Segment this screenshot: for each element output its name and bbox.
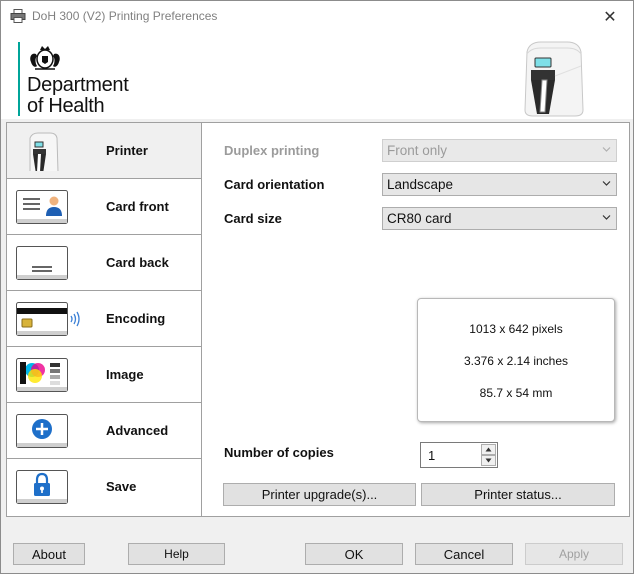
royal-crest-logo bbox=[30, 46, 60, 70]
nav-label-save: Save bbox=[106, 479, 137, 494]
chevron-down-icon bbox=[602, 215, 611, 220]
department-name: Department of Health bbox=[27, 75, 129, 117]
nav-item-image[interactable]: Image bbox=[7, 347, 201, 403]
window-title: DoH 300 (V2) Printing Preferences bbox=[32, 9, 218, 23]
duplex-printing-select: Front only bbox=[382, 139, 617, 162]
image-icon bbox=[16, 358, 68, 392]
title-bar: DoH 300 (V2) Printing Preferences ✕ bbox=[1, 1, 633, 32]
chevron-down-icon bbox=[602, 147, 611, 152]
card-size-label: Card size bbox=[224, 211, 282, 226]
card-orientation-value: Landscape bbox=[387, 177, 454, 192]
help-button[interactable]: Help bbox=[128, 543, 225, 565]
printer-upgrades-button[interactable]: Printer upgrade(s)... bbox=[223, 483, 416, 506]
close-button[interactable]: ✕ bbox=[587, 1, 633, 32]
card-size-pixels: 1013 x 642 pixels bbox=[469, 322, 563, 336]
card-size-mm: 85.7 x 54 mm bbox=[479, 386, 553, 400]
nav-label-advanced: Advanced bbox=[106, 423, 169, 438]
ok-button[interactable]: OK bbox=[305, 543, 403, 565]
nav-label-encoding: Encoding bbox=[106, 311, 166, 326]
nav-item-save[interactable]: Save bbox=[7, 459, 201, 515]
nav-item-advanced[interactable]: Advanced bbox=[7, 403, 201, 459]
card-size-inches: 3.376 x 2.14 inches bbox=[463, 354, 569, 368]
card-size-select[interactable]: CR80 card bbox=[382, 207, 617, 230]
nav-label-image: Image bbox=[106, 367, 144, 382]
card-front-icon bbox=[16, 190, 68, 224]
card-size-value: CR80 card bbox=[387, 211, 452, 226]
printer-settings-panel: Duplex printing Front only Card orientat… bbox=[203, 123, 629, 516]
card-size-preview: 1013 x 642 pixels 3.376 x 2.14 inches 85… bbox=[417, 298, 615, 422]
nav-label-card-front: Card front bbox=[106, 199, 169, 214]
copies-value: 1 bbox=[428, 448, 436, 463]
about-button[interactable]: About bbox=[13, 543, 85, 565]
nav-label-card-back: Card back bbox=[106, 255, 169, 270]
copies-stepper[interactable]: 1 bbox=[420, 442, 498, 468]
duplex-printing-label: Duplex printing bbox=[224, 143, 320, 158]
advanced-icon bbox=[16, 414, 68, 448]
card-orientation-select[interactable]: Landscape bbox=[382, 173, 617, 196]
card-back-icon bbox=[16, 246, 68, 280]
nav-item-card-front[interactable]: Card front bbox=[7, 179, 201, 235]
nav-label-printer: Printer bbox=[106, 143, 148, 158]
nav-item-encoding[interactable]: Encoding bbox=[7, 291, 201, 347]
spin-up-icon bbox=[485, 447, 492, 452]
printer-app-icon bbox=[10, 9, 26, 23]
printing-preferences-window: DoH 300 (V2) Printing Preferences ✕ Depa… bbox=[0, 0, 634, 574]
category-nav: Printer Card front Card back Encoding Im… bbox=[7, 123, 202, 516]
cancel-button[interactable]: Cancel bbox=[415, 543, 513, 565]
copies-decrement-button[interactable] bbox=[481, 455, 496, 466]
header-banner: Department of Health bbox=[1, 32, 633, 119]
printer-icon bbox=[29, 132, 59, 171]
settings-content: Printer Card front Card back Encoding Im… bbox=[6, 122, 630, 517]
department-name-line2: of Health bbox=[27, 95, 105, 117]
logo-accent-bar bbox=[18, 42, 20, 116]
nav-item-card-back[interactable]: Card back bbox=[7, 235, 201, 291]
lock-icon bbox=[16, 470, 68, 504]
number-of-copies-label: Number of copies bbox=[224, 445, 334, 460]
duplex-printing-value: Front only bbox=[387, 143, 448, 158]
nav-item-printer[interactable]: Printer bbox=[7, 123, 201, 179]
copies-increment-button[interactable] bbox=[481, 444, 496, 455]
encoding-icon bbox=[16, 302, 80, 336]
spin-down-icon bbox=[485, 458, 492, 463]
card-orientation-label: Card orientation bbox=[224, 177, 325, 192]
printer-status-button[interactable]: Printer status... bbox=[421, 483, 615, 506]
department-name-line1: Department bbox=[27, 74, 129, 96]
card-printer-image bbox=[524, 41, 584, 117]
close-icon: ✕ bbox=[603, 8, 617, 26]
chevron-down-icon bbox=[602, 181, 611, 186]
apply-button: Apply bbox=[525, 543, 623, 565]
